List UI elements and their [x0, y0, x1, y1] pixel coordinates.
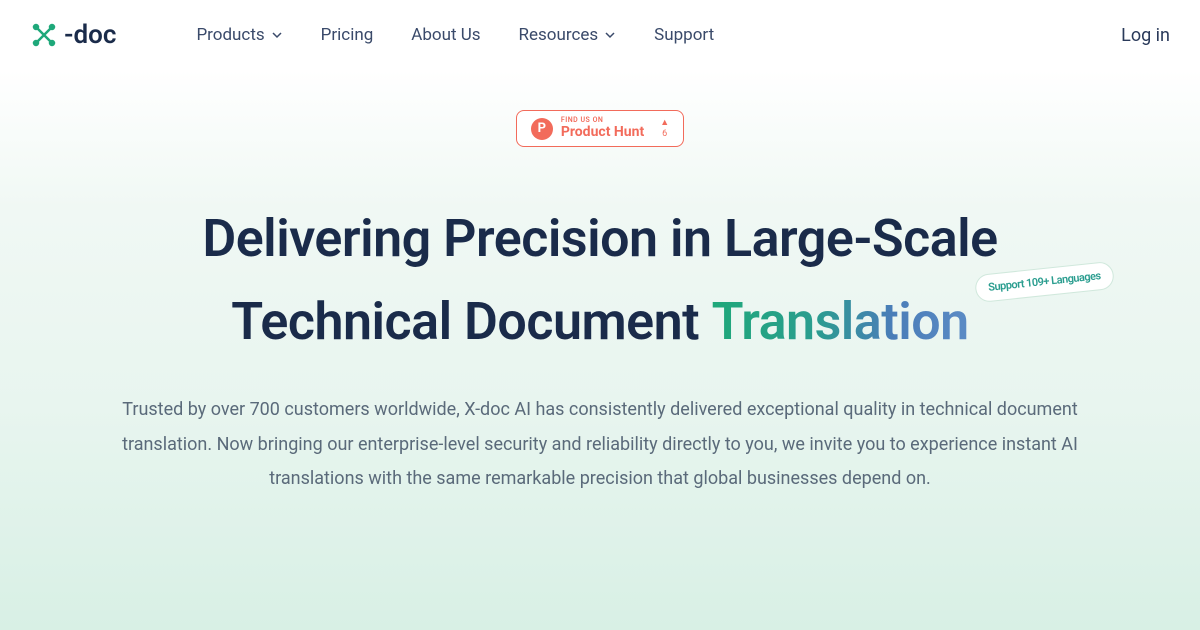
chevron-down-icon — [271, 29, 283, 41]
logo-icon — [30, 21, 58, 49]
headline-highlight: TranslationSupport 109+ Languages — [712, 280, 969, 363]
ph-upvote: ▲ 6 — [660, 118, 669, 140]
hero-headline: Delivering Precision in Large-Scale Tech… — [60, 197, 1140, 363]
nav-products-label: Products — [196, 25, 264, 45]
chevron-down-icon — [604, 29, 616, 41]
headline-highlight-text: Translation — [712, 291, 969, 352]
headline-line1: Delivering Precision in Large-Scale — [202, 208, 997, 269]
main-nav: Products Pricing About Us Resources Supp… — [196, 25, 1121, 45]
nav-pricing[interactable]: Pricing — [321, 25, 374, 45]
nav-products[interactable]: Products — [196, 25, 282, 45]
hero-subtitle: Trusted by over 700 customers worldwide,… — [100, 393, 1100, 496]
ph-name-label: Product Hunt — [561, 125, 644, 140]
nav-resources-label: Resources — [519, 25, 599, 45]
nav-about-label: About Us — [411, 25, 480, 45]
hero-section: P FIND US ON Product Hunt ▲ 6 Delivering… — [0, 70, 1200, 630]
nav-about[interactable]: About Us — [411, 25, 480, 45]
headline-line2-prefix: Technical Document — [231, 291, 711, 352]
logo-text: -doc — [64, 20, 116, 50]
nav-support[interactable]: Support — [654, 25, 714, 45]
nav-pricing-label: Pricing — [321, 25, 374, 45]
header: -doc Products Pricing About Us Resources… — [0, 0, 1200, 70]
login-link[interactable]: Log in — [1121, 25, 1170, 46]
product-hunt-icon: P — [531, 118, 553, 140]
nav-resources[interactable]: Resources — [519, 25, 617, 45]
triangle-up-icon: ▲ — [660, 118, 669, 129]
nav-support-label: Support — [654, 25, 714, 45]
ph-count: 6 — [662, 129, 667, 140]
product-hunt-badge[interactable]: P FIND US ON Product Hunt ▲ 6 — [516, 110, 684, 147]
logo[interactable]: -doc — [30, 20, 116, 50]
product-hunt-text: FIND US ON Product Hunt — [561, 117, 644, 140]
